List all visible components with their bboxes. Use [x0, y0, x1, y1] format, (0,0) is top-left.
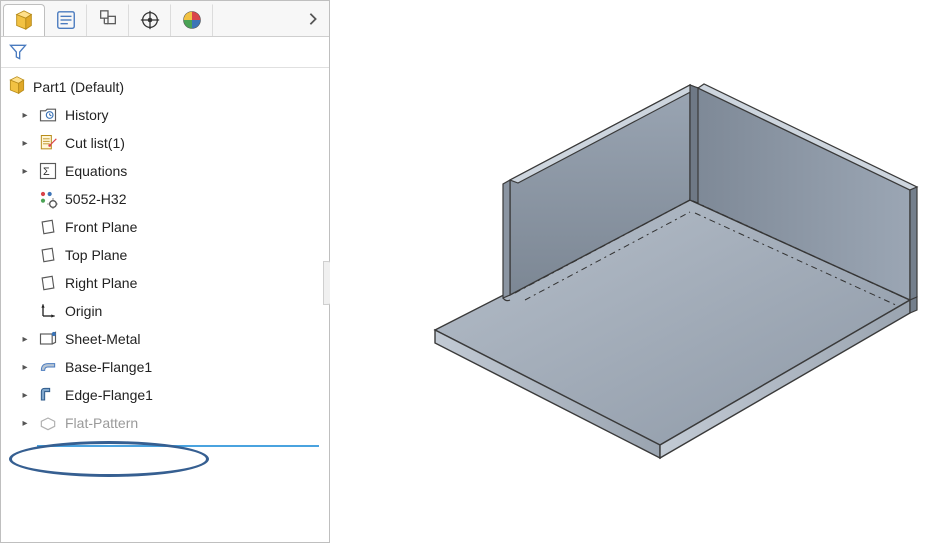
tree-root[interactable]: Part1 (Default)	[1, 72, 329, 101]
plane-icon	[37, 244, 59, 266]
expand-caret[interactable]: ▸	[19, 334, 31, 345]
tab-display-manager[interactable]	[171, 4, 213, 36]
tree-root-label: Part1 (Default)	[33, 79, 124, 95]
base-flange-icon	[37, 356, 59, 378]
tree-item-right-plane[interactable]: ▸ Right Plane	[1, 269, 329, 297]
tree-item-material[interactable]: ▸ 5052-H32	[1, 185, 329, 213]
tree-item-label: Edge-Flange1	[65, 387, 153, 403]
material-icon	[37, 188, 59, 210]
tree-item-label: Front Plane	[65, 219, 137, 235]
cutlist-icon	[37, 132, 59, 154]
panel-tabstrip	[1, 1, 329, 37]
graphics-viewport[interactable]	[330, 0, 950, 543]
tree-item-label: Top Plane	[65, 247, 127, 263]
part-icon	[7, 75, 27, 98]
tree-item-label: Origin	[65, 303, 102, 319]
filter-button[interactable]	[7, 41, 29, 63]
tab-configuration-manager[interactable]	[87, 4, 129, 36]
expand-caret[interactable]: ▸	[19, 390, 31, 401]
tree-item-history[interactable]: ▸ History	[1, 101, 329, 129]
display-manager-icon	[181, 9, 203, 31]
tree-item-top-plane[interactable]: ▸ Top Plane	[1, 241, 329, 269]
feature-tree: Part1 (Default) ▸ History ▸	[1, 68, 329, 542]
feature-manager-icon	[13, 9, 35, 31]
tree-item-label: Sheet-Metal	[65, 331, 140, 347]
expand-caret[interactable]: ▸	[19, 110, 31, 121]
tree-item-label: Cut list(1)	[65, 135, 125, 151]
tree-item-front-plane[interactable]: ▸ Front Plane	[1, 213, 329, 241]
tree-item-equations[interactable]: ▸ Σ Equations	[1, 157, 329, 185]
svg-text:Σ: Σ	[43, 166, 50, 178]
tree-item-edge-flange[interactable]: ▸ Edge-Flange1	[1, 381, 329, 409]
configuration-manager-icon	[97, 9, 119, 31]
origin-icon	[37, 300, 59, 322]
equations-icon: Σ	[37, 160, 59, 182]
tree-item-label: Flat-Pattern	[65, 415, 138, 431]
chevron-right-icon	[306, 12, 320, 26]
tab-dimxpert[interactable]	[129, 4, 171, 36]
tree-item-label: Base-Flange1	[65, 359, 152, 375]
expand-caret[interactable]: ▸	[19, 418, 31, 429]
tree-item-sheet-metal[interactable]: ▸ Sheet-Metal	[1, 325, 329, 353]
property-manager-icon	[55, 9, 77, 31]
tree-item-base-flange[interactable]: ▸ Base-Flange1	[1, 353, 329, 381]
edge-flange-icon	[37, 384, 59, 406]
tree-item-label: 5052-H32	[65, 191, 127, 207]
sheet-metal-icon	[37, 328, 59, 350]
tabstrip-overflow[interactable]	[299, 3, 327, 35]
tab-feature-manager[interactable]	[3, 4, 45, 36]
tab-property-manager[interactable]	[45, 4, 87, 36]
funnel-icon	[8, 42, 28, 62]
feature-manager-panel: Part1 (Default) ▸ History ▸	[0, 0, 330, 543]
dimxpert-icon	[139, 9, 161, 31]
sheet-metal-part-model	[390, 40, 950, 510]
plane-icon	[37, 272, 59, 294]
tree-item-label: Right Plane	[65, 275, 137, 291]
expand-caret[interactable]: ▸	[19, 362, 31, 373]
feature-tree-end-rule	[37, 445, 319, 447]
tree-item-cutlist[interactable]: ▸ Cut list(1)	[1, 129, 329, 157]
tree-item-flat-pattern[interactable]: ▸ Flat-Pattern	[1, 409, 329, 437]
tree-item-label: Equations	[65, 163, 127, 179]
history-folder-icon	[37, 104, 59, 126]
tree-filter-bar	[1, 37, 329, 68]
tree-item-label: History	[65, 107, 109, 123]
expand-caret[interactable]: ▸	[19, 138, 31, 149]
plane-icon	[37, 216, 59, 238]
flat-pattern-icon	[37, 412, 59, 434]
expand-caret[interactable]: ▸	[19, 166, 31, 177]
tree-item-origin[interactable]: ▸ Origin	[1, 297, 329, 325]
